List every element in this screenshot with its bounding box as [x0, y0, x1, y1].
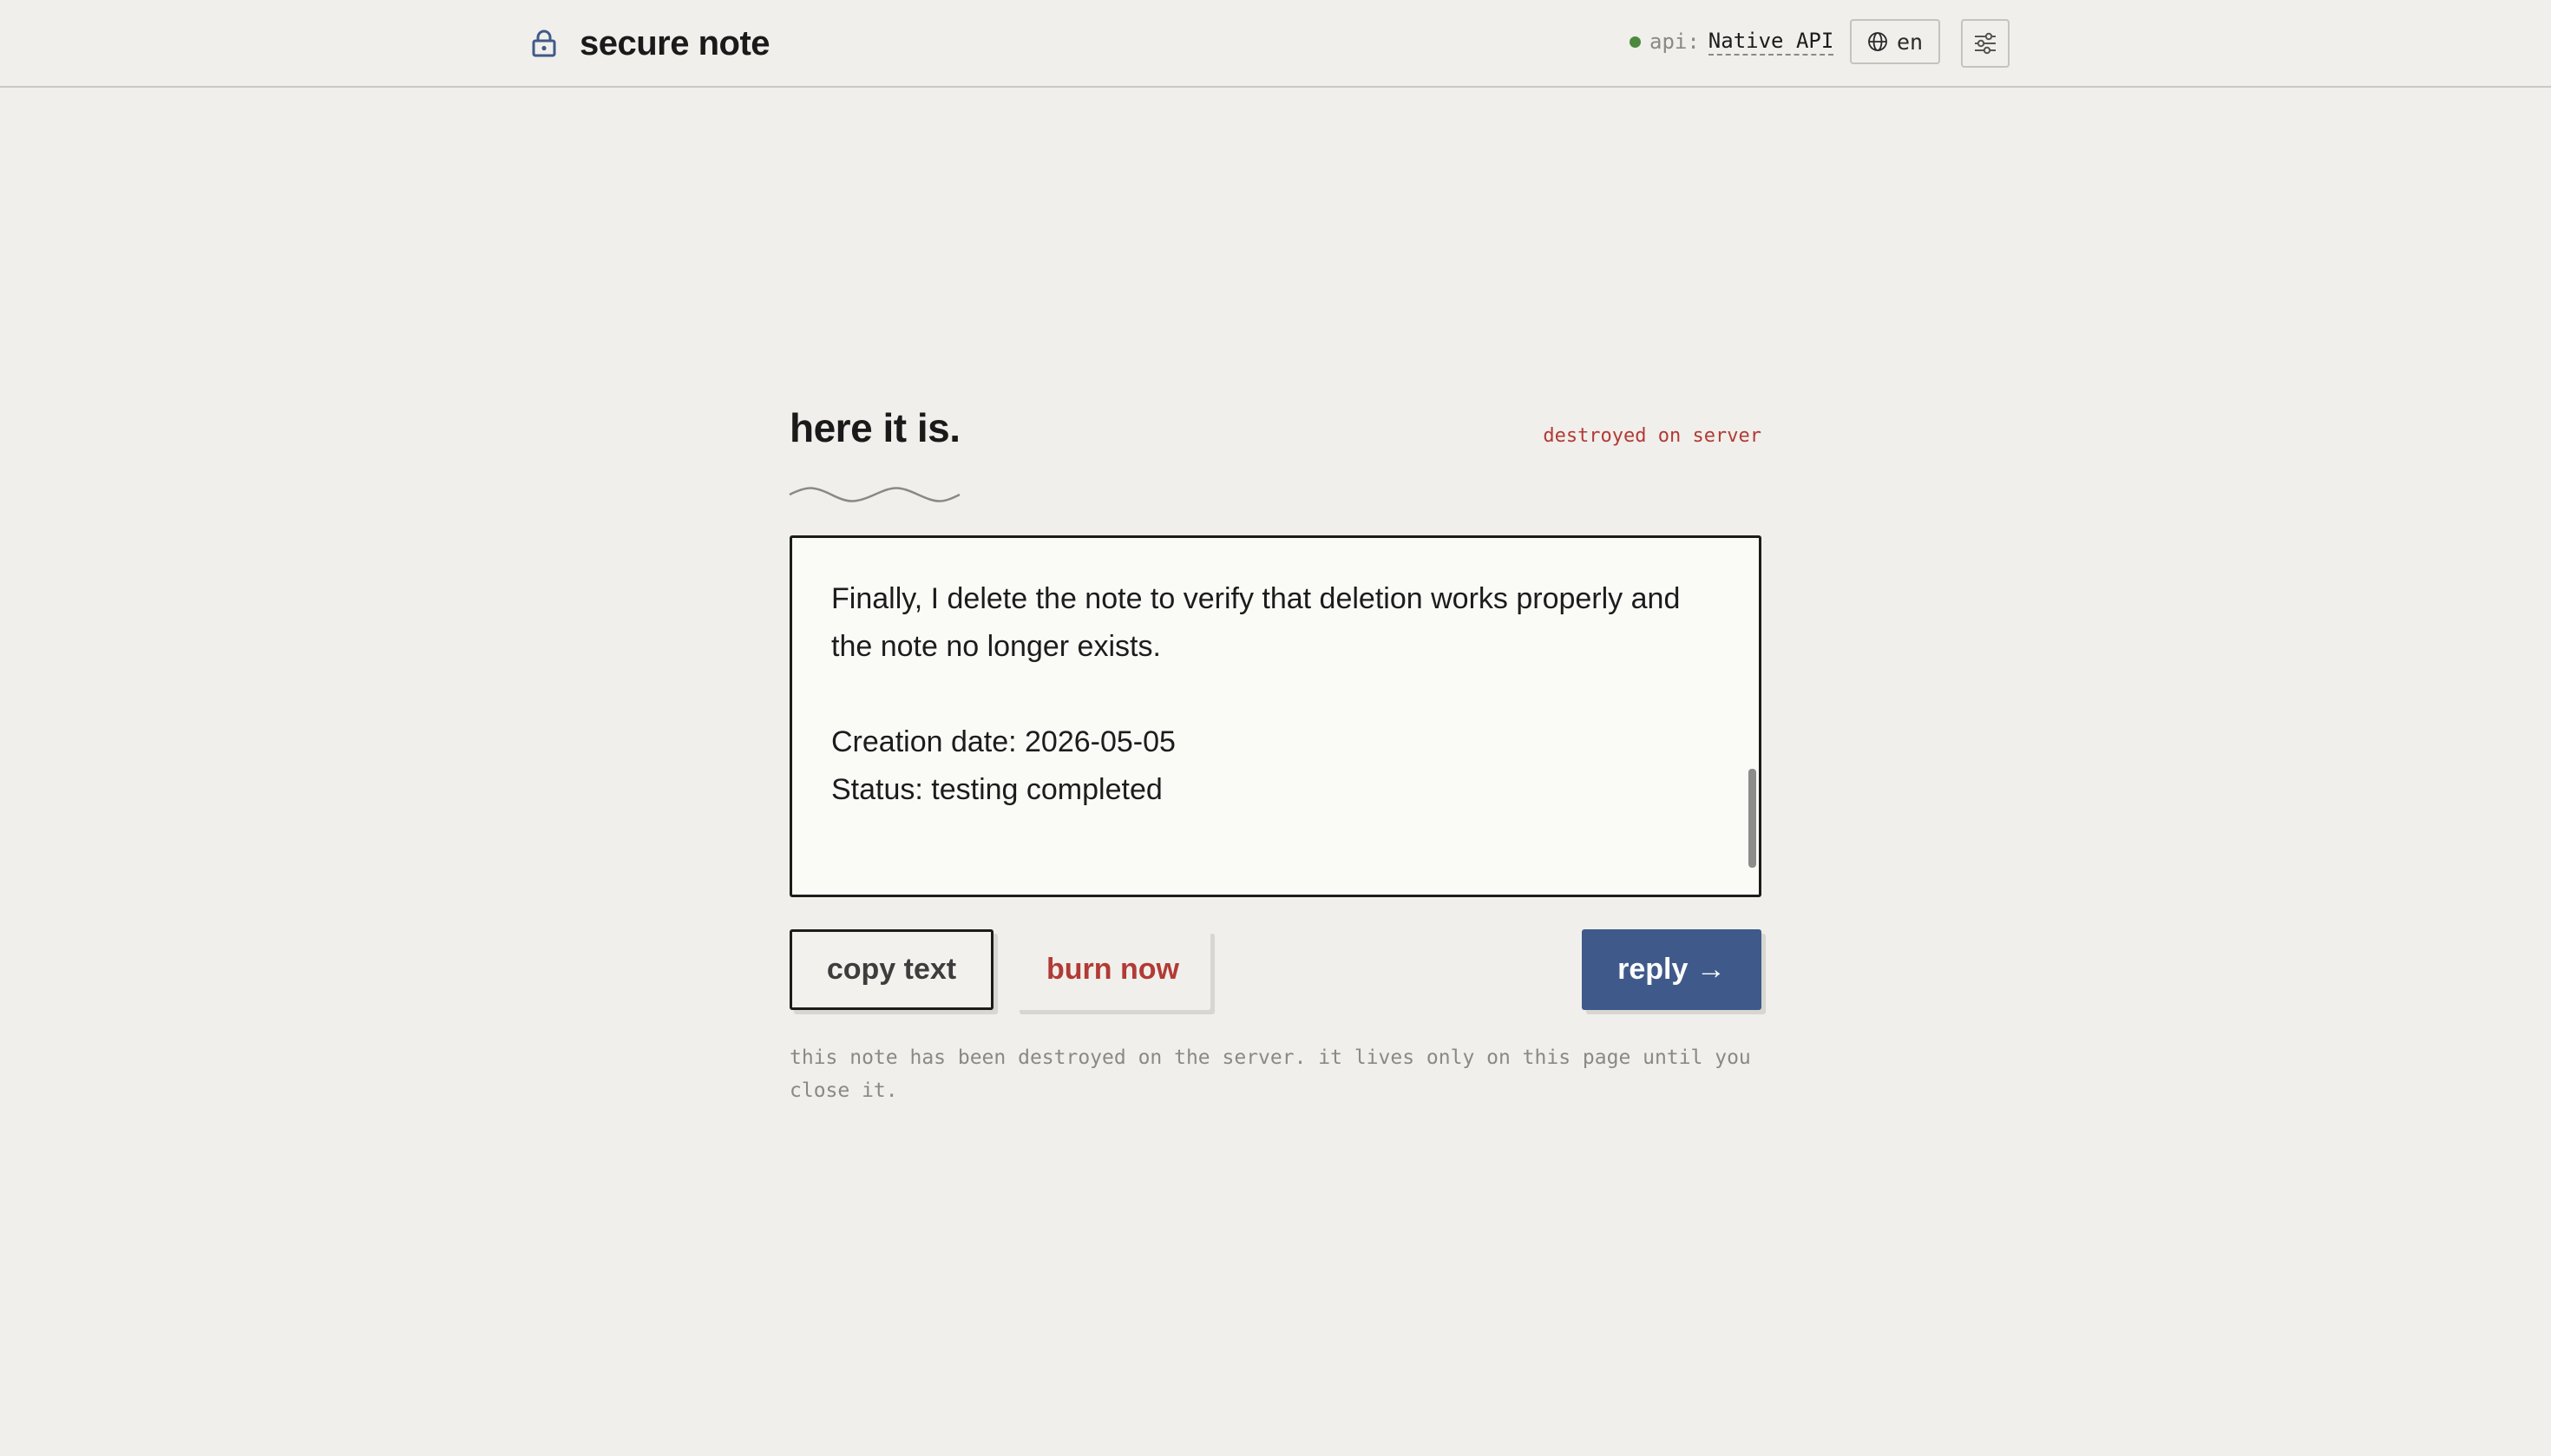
- copy-text-button[interactable]: copy text: [790, 929, 994, 1010]
- note-content[interactable]: expect to see the exact same content wit…: [831, 538, 1708, 814]
- squiggle-divider: [789, 487, 961, 502]
- reply-button[interactable]: reply →: [1582, 929, 1761, 1010]
- brand[interactable]: secure note: [529, 21, 771, 66]
- status-dot-icon: [1630, 36, 1641, 48]
- api-label: api:: [1649, 30, 1700, 54]
- destroyed-notice: this note has been destroyed on the serv…: [790, 1046, 1751, 1102]
- page-title: here it is.: [790, 405, 961, 450]
- settings-button[interactable]: [1961, 19, 2010, 68]
- lock-icon: [529, 29, 559, 58]
- brand-name: secure note: [580, 23, 771, 62]
- api-value-link[interactable]: Native API: [1708, 29, 1834, 56]
- burn-now-button[interactable]: burn now: [1015, 929, 1210, 1010]
- globe-icon: [1868, 32, 1887, 51]
- top-bar: secure note api: Native API en: [0, 0, 2551, 88]
- scrollbar-thumb[interactable]: [1748, 769, 1756, 868]
- destroyed-status-badge: destroyed on server: [1543, 425, 1761, 447]
- api-status: api: Native API: [1630, 26, 1834, 57]
- language-button[interactable]: en: [1850, 19, 1940, 64]
- language-label: en: [1896, 29, 1924, 55]
- sliders-icon: [1975, 32, 1996, 55]
- note-content-box[interactable]: expect to see the exact same content wit…: [790, 535, 1761, 897]
